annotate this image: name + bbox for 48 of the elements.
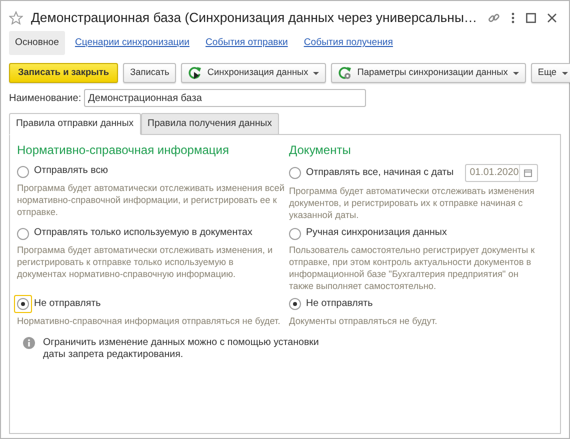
section-title: Документы (289, 142, 352, 160)
radio-label: Не отправлять (306, 297, 373, 312)
caret-icon (562, 72, 568, 74)
description-text: Программа будет автоматически отслеживать изменения документов, и регистрировать их к отправке начиная с указанной даты. (289, 185, 536, 222)
nav-tab[interactable]: События получения (298, 30, 399, 56)
more-button[interactable]: Еще (530, 63, 570, 83)
field-label: Наименование: (9, 92, 82, 106)
radio-button[interactable] (17, 228, 29, 240)
more-icon[interactable] (511, 12, 515, 24)
radio-label: Отправлять все, начиная с даты (306, 166, 454, 180)
radio-label: Отправлять всю (34, 164, 108, 178)
section-title: Нормативно-справочная информация (17, 142, 230, 160)
radio-label: Отправлять только используемую в документах (34, 226, 252, 240)
close-icon[interactable] (547, 13, 557, 23)
radio-button[interactable] (17, 166, 29, 178)
name-field[interactable]: Демонстрационная база (84, 89, 366, 107)
description-text: Документы отправляться не будут. (289, 314, 438, 327)
caret-icon (313, 72, 320, 74)
sync-icon (188, 66, 202, 80)
nav-tab[interactable]: Основное (9, 30, 65, 56)
info-text: Ограничить изменение данных можно с помощью установки даты запрета редактирования. (43, 336, 320, 361)
caret-icon (512, 72, 519, 74)
link-icon[interactable] (488, 12, 500, 24)
nav-tab[interactable]: События отправки (200, 30, 294, 56)
radio-button[interactable] (17, 298, 29, 310)
calendar-icon[interactable] (524, 169, 532, 178)
radio-label: Ручная синхронизация данных (306, 226, 447, 240)
window-title: Демонстрационная база (Синхронизация данных через универсальны… (31, 9, 478, 28)
maximize-icon[interactable] (526, 13, 536, 23)
date-field[interactable]: 01.01.2020 (464, 164, 538, 182)
save-close-button[interactable]: Записать и закрыть (9, 63, 118, 83)
radio-button[interactable] (289, 298, 301, 310)
description-text: Пользователь самостоятельно регистрирует документы к отправке, при этом контроль актуальности документов в информационной базе "Бухгалтерия предприятия" он также выполняет самостоятельно. (289, 244, 536, 292)
tab[interactable]: Правила получения данных (140, 113, 279, 136)
radio-label: Не отправлять (34, 297, 101, 312)
info-icon (23, 336, 35, 349)
radio-button[interactable] (289, 167, 301, 180)
save-button[interactable]: Записать (123, 63, 176, 83)
star-icon[interactable] (9, 11, 23, 25)
tab[interactable]: Правила отправки данных (9, 113, 141, 136)
sync-settings-button[interactable]: Параметры синхронизации данных (331, 63, 526, 83)
nav-tab[interactable]: Сценарии синхронизации (68, 30, 196, 56)
sync-button[interactable]: Синхронизация данных (181, 63, 326, 83)
sync-settings-icon (338, 66, 352, 80)
radio-button[interactable] (289, 228, 301, 240)
description-text: Программа будет автоматически отслеживать изменения всей нормативно-справочной информации, и регистрировать ее к отправке. (17, 182, 285, 218)
description-text: Программа будет автоматически отслеживать изменения, и регистрировать к отправке только используемую в документах нормативно-справочную информацию. (17, 244, 274, 280)
description-text: Нормативно-справочная информация отправляться не будет. (17, 314, 282, 327)
